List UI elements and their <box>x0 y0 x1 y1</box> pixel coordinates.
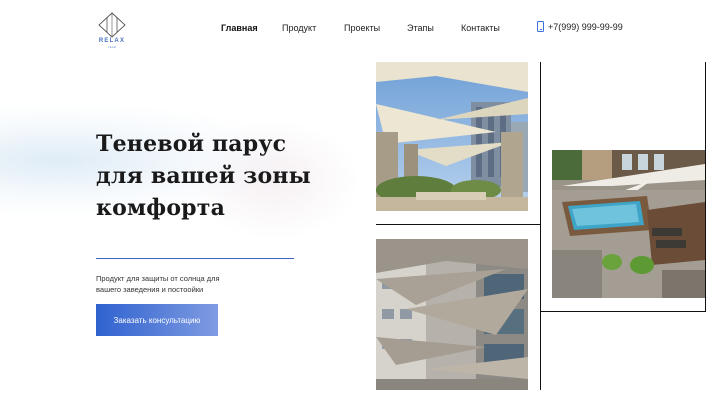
nav-item-contacts[interactable]: Контакты <box>461 23 500 33</box>
nav-item-projects[interactable]: Проекты <box>344 23 380 33</box>
order-consultation-button[interactable]: Заказать консультацию <box>96 304 218 336</box>
nav-item-stages[interactable]: Этапы <box>407 23 434 33</box>
gallery-photo-buildings[interactable] <box>376 239 528 390</box>
nav-item-home[interactable]: Главная <box>221 23 258 33</box>
gallery-divider <box>705 62 706 312</box>
hero-title-line: комфорта <box>96 195 226 221</box>
hero-title-line: для вашей зоны <box>96 163 311 189</box>
phone-number: +7(999) 999-99-99 <box>548 21 623 32</box>
logo[interactable]: RELAX твой <box>96 12 128 49</box>
phone-link[interactable]: +7(999) 999-99-99 <box>537 21 623 32</box>
phone-icon <box>537 21 544 32</box>
hero-divider <box>96 258 294 259</box>
gallery-divider <box>540 62 541 390</box>
nav-item-product[interactable]: Продукт <box>282 23 316 33</box>
logo-mark-icon <box>98 12 126 38</box>
hero-subtitle-line: Продукт для защиты от солнца для <box>96 274 220 283</box>
gallery-divider <box>376 224 540 225</box>
hero-subtitle-line: вашего заведения и постоойки <box>96 285 204 294</box>
logo-text: RELAX <box>98 38 126 44</box>
logo-subtext: твой <box>107 45 117 49</box>
gallery-divider <box>540 311 705 312</box>
hero-subtitle: Продукт для защиты от солнца для вашего … <box>96 273 296 295</box>
gallery-photo-courtyard[interactable] <box>376 62 528 211</box>
hero-title: Теневой парус для вашей зоны комфорта <box>96 128 366 224</box>
hero-title-line: Теневой парус <box>96 131 287 157</box>
gallery-photo-pool[interactable] <box>552 150 705 298</box>
